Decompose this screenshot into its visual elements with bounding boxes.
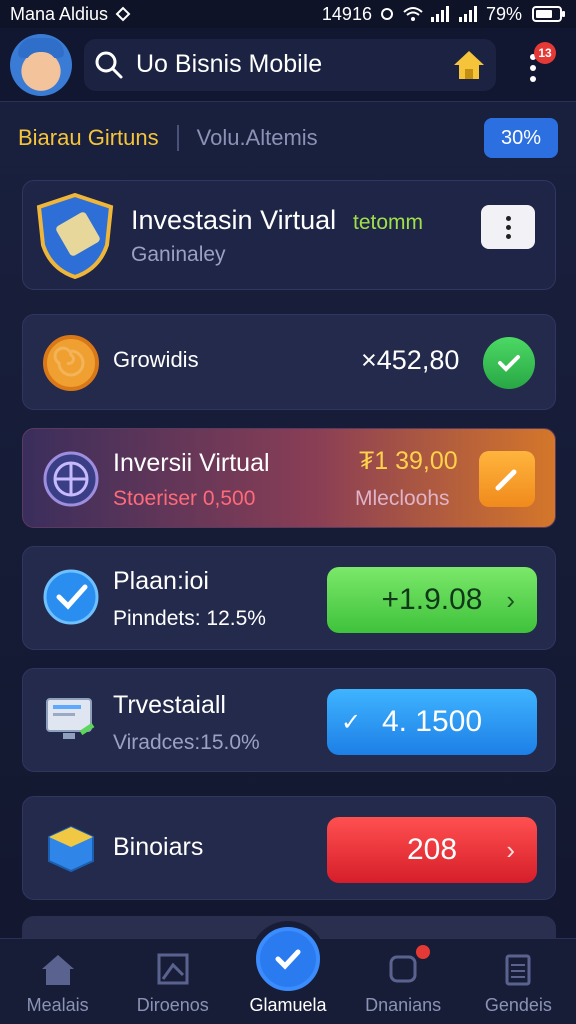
check-circle-icon: [255, 927, 320, 991]
nav-badge: [416, 945, 431, 959]
nav-item-chart[interactable]: Diroenos: [118, 949, 228, 1016]
globe-icon: [43, 451, 99, 507]
list-item-inversii[interactable]: Inversii Virtual Stoeriser 0,500 ₮1 39,0…: [22, 428, 556, 528]
wifi-icon: [403, 7, 423, 21]
status-time: 14916: [321, 3, 372, 24]
search-bar[interactable]: [84, 38, 496, 91]
list-item-plaanioi[interactable]: Plaan:ioi Pinndets: 12.5% +1.9.08 ›: [22, 546, 556, 650]
row-subtitle: Stoeriser 0,500: [113, 487, 256, 510]
featured-subtitle: Ganinaley: [131, 243, 226, 266]
menu-button[interactable]: 13: [520, 40, 556, 90]
featured-card[interactable]: Investasin Virtual tetomm Ganinaley: [22, 180, 556, 290]
nav-item-main[interactable]: Glamuela: [233, 927, 343, 1016]
pencil-icon: [495, 469, 517, 491]
chevron-right-icon: ›: [506, 834, 515, 865]
featured-tag: tetomm: [353, 211, 424, 234]
value-button[interactable]: 208 ›: [327, 817, 537, 883]
home-icon[interactable]: [452, 49, 486, 83]
value-button[interactable]: ✓ 4. 1500: [327, 689, 537, 755]
box-icon: [48, 825, 94, 873]
row-title: Inversii Virtual: [113, 449, 270, 477]
featured-title: Investasin Virtual: [131, 205, 337, 235]
nav-item-alerts[interactable]: Dnanians: [348, 945, 458, 1016]
bottom-nav: Mealais Diroenos Glamuela Dnanians Gende…: [0, 927, 576, 1024]
button-value: 4. 1500: [381, 705, 483, 738]
list-item-trvestaiall[interactable]: Trvestaiall Viradces:15.0% ✓ 4. 1500: [22, 668, 556, 772]
row-subtitle: Viradces:15.0%: [113, 731, 260, 754]
row-title: Binoiars: [113, 833, 204, 861]
app-header: 13: [0, 28, 576, 102]
nav-label: Glamuela: [249, 995, 327, 1015]
row-subtitle: Pinndets: 12.5%: [113, 607, 266, 630]
row-value-sub: Mlecloohs: [355, 487, 450, 510]
check-icon: [498, 355, 520, 372]
row-value: ₮1 39,00: [359, 447, 458, 475]
nfc-icon: [115, 6, 131, 22]
carrier-name: Mana Aldius: [10, 3, 109, 24]
battery-icon: [532, 6, 565, 22]
battery-percent: 79%: [485, 3, 522, 24]
nav-label: Dnanians: [365, 995, 442, 1015]
spiral-coin-icon: [43, 335, 99, 391]
nav-label: Diroenos: [136, 995, 209, 1015]
value-button[interactable]: +1.9.08 ›: [327, 567, 537, 633]
percent-chip[interactable]: 30%: [484, 118, 558, 158]
clipboard-icon: [505, 954, 531, 986]
list-item-binoiars[interactable]: Binoiars 208 ›: [22, 796, 556, 900]
more-options-button[interactable]: [481, 205, 535, 249]
tab-inactive[interactable]: Volu.Altemis: [197, 125, 318, 151]
chart-icon: [157, 953, 189, 985]
row-title: Growidis: [113, 347, 199, 372]
edit-button[interactable]: [479, 451, 535, 507]
avatar[interactable]: [10, 33, 72, 96]
nav-item-home[interactable]: Mealais: [3, 949, 113, 1016]
checkmark-icon: [43, 569, 99, 625]
row-title: Trvestaiall: [113, 691, 226, 719]
chevron-right-icon: ›: [506, 584, 515, 615]
check-small-icon: ✓: [341, 708, 362, 736]
nav-label: Mealais: [26, 995, 89, 1015]
shield-icon: [36, 193, 114, 279]
check-button[interactable]: [483, 337, 535, 389]
filter-tabs: Biarau Girtuns Volu.Altemis 30%: [0, 112, 576, 164]
monitor-icon: [46, 698, 95, 739]
tab-active[interactable]: Biarau Girtuns: [18, 125, 159, 151]
status-bar: Mana Aldius 14916 79%: [0, 0, 576, 28]
signal-icon: [430, 6, 449, 22]
tab-divider: [176, 125, 179, 151]
row-value: ×452,80: [361, 345, 460, 375]
nav-label: Gendeis: [484, 995, 552, 1015]
settings-icon: [380, 8, 393, 20]
search-input[interactable]: [136, 50, 436, 79]
home-icon: [41, 955, 74, 985]
signal-icon-2: [458, 6, 477, 22]
notification-badge: 13: [534, 41, 556, 64]
nav-item-clipboard[interactable]: Gendeis: [463, 949, 573, 1016]
row-title: Plaan:ioi: [113, 567, 209, 595]
search-icon[interactable]: [94, 50, 124, 80]
list-item-growidis[interactable]: Growidis ×452,80: [22, 314, 556, 410]
button-value: 208: [406, 833, 458, 866]
button-value: +1.9.08: [381, 583, 483, 616]
